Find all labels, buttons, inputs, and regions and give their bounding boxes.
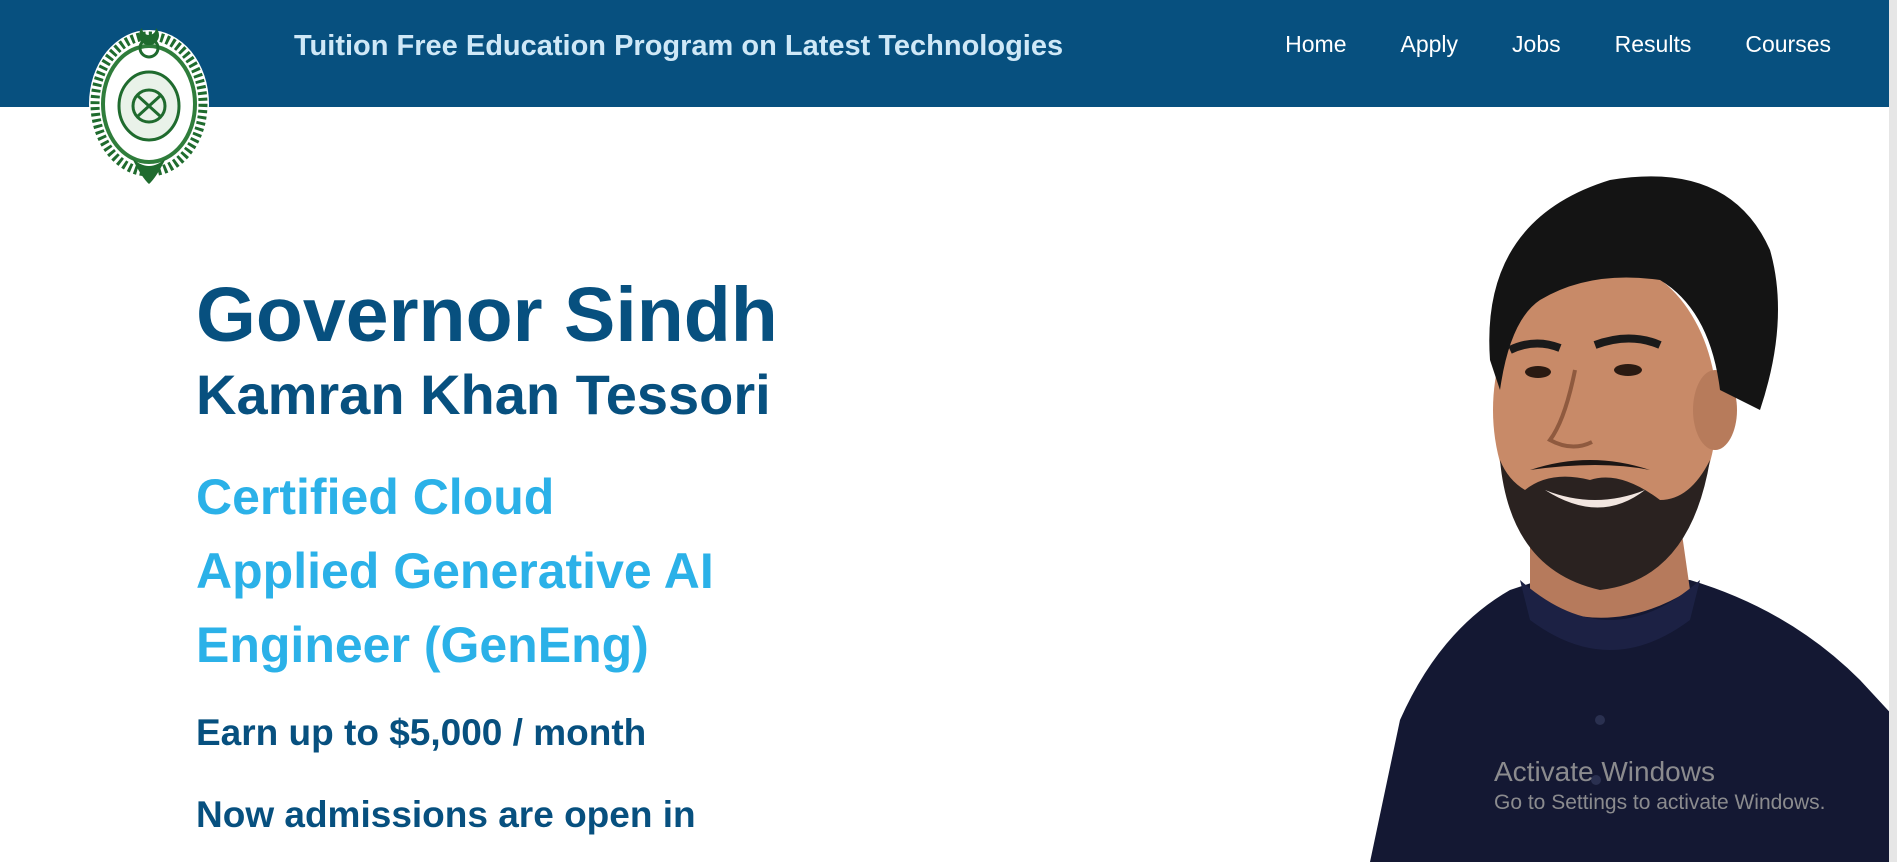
program-line-2: Applied Generative AI [196,543,714,599]
navbar: Tuition Free Education Program on Latest… [0,0,1897,107]
earn-text: Earn up to $5,000 / month [196,712,647,753]
page-scrollbar[interactable] [1889,0,1897,862]
nav-apply[interactable]: Apply [1401,31,1459,58]
governor-emblem-logo[interactable] [86,16,212,188]
activate-subtitle: Go to Settings to activate Windows. [1494,791,1826,814]
governor-name: Kamran Khan Tessori [196,363,771,426]
nav-home[interactable]: Home [1285,31,1346,58]
hero-title: Governor Sindh [196,272,778,358]
program-line-1: Certified Cloud [196,469,555,525]
nav-menu: Home Apply Jobs Results Courses [1285,31,1831,58]
nav-jobs[interactable]: Jobs [1512,31,1561,58]
hero-section: Governor Sindh Kamran Khan Tessori Certi… [196,270,778,840]
page: Tuition Free Education Program on Latest… [0,0,1897,862]
windows-activation-watermark: Activate Windows Go to Settings to activ… [1494,755,1826,817]
admissions-text: Now admissions are open in [196,794,696,835]
site-title: Tuition Free Education Program on Latest… [294,30,1064,62]
program-line-3: Engineer (GenEng) [196,617,649,673]
activate-title: Activate Windows [1494,756,1715,787]
nav-results[interactable]: Results [1615,31,1692,58]
nav-courses[interactable]: Courses [1745,31,1831,58]
program-name: Certified Cloud Applied Generative AI En… [196,460,778,682]
